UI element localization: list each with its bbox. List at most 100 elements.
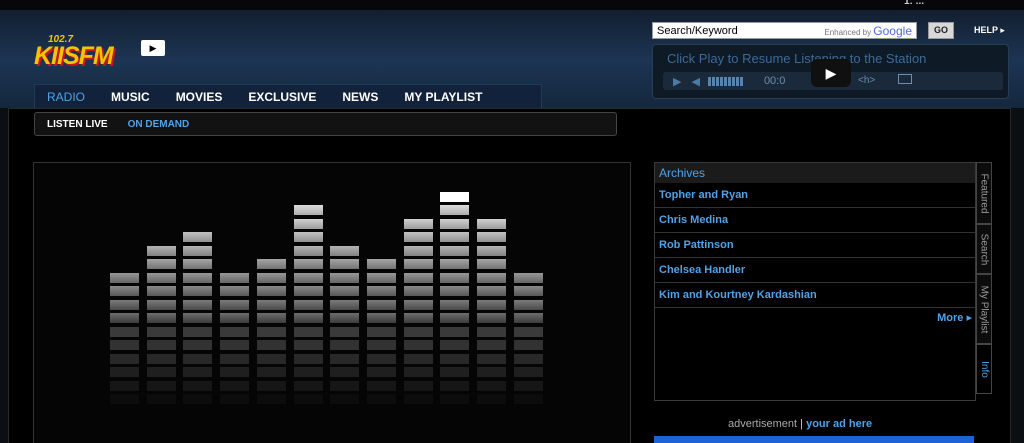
eq-reflection [183,353,213,364]
station-logo[interactable]: 102.7 KIISFM [34,34,144,72]
eq-segment [293,232,323,242]
nav-item-my-playlist[interactable]: MY PLAYLIST [404,90,482,104]
ad-link[interactable]: your ad here [806,418,872,430]
eq-reflection [366,394,396,404]
eq-reflection [366,353,396,364]
google-logo: Google [873,23,912,38]
eq-segment [256,272,286,283]
eq-reflection [513,353,543,364]
archives-panel: Archives Topher and Ryan Chris Medina Ro… [654,162,976,401]
nav-item-music[interactable]: MUSIC [111,90,150,104]
eq-reflection [440,367,470,377]
subnav-listen-live[interactable]: LISTEN LIVE [47,119,108,130]
eq-segment [330,299,360,310]
eq-reflection [330,380,360,391]
eq-segment [146,313,176,323]
eq-reflection [183,340,213,350]
eq-segment [110,313,139,323]
eq-segment [440,191,470,202]
eq-segment [440,218,470,229]
eq-segment [220,272,250,283]
eq-reflection [293,394,323,404]
ad-banner[interactable] [654,436,974,443]
eq-segment [366,313,396,323]
envelope-icon[interactable] [898,74,912,84]
eq-reflection [220,340,250,350]
eq-segment [110,299,139,310]
eq-reflection [220,367,250,377]
ad-separator: | [800,418,804,430]
eq-segment [110,286,139,296]
eq-reflection [513,326,543,337]
eq-reflection [440,353,470,364]
eq-segment [110,272,139,283]
eq-reflection [146,380,176,391]
eq-reflection [440,326,470,337]
eq-segment [183,313,213,323]
eq-segment [220,313,250,323]
archive-item[interactable]: Topher and Ryan [655,183,975,208]
nav-item-exclusive[interactable]: EXCLUSIVE [248,90,316,104]
ad-label: advertisement [728,418,798,430]
eq-segment [146,272,176,283]
eq-reflection [220,353,250,364]
nav-item-news[interactable]: NEWS [342,90,378,104]
more-link[interactable]: More ▸ [937,311,972,324]
eq-reflection [366,340,396,350]
eq-reflection [146,353,176,364]
eq-reflection [183,380,213,391]
eq-reflection [146,340,176,350]
eq-reflection [440,394,470,404]
eq-segment [440,299,470,310]
volume-slider[interactable] [707,76,744,86]
eq-reflection [330,367,360,377]
eq-reflection [110,380,139,391]
eq-reflection [293,353,323,364]
eq-reflection [403,394,433,404]
go-button[interactable]: GO [928,22,954,39]
speaker-icon[interactable]: ◀ [691,75,699,88]
play-icon[interactable]: ▶ [673,75,681,88]
eq-reflection [477,367,506,377]
video-play-button[interactable]: ▶ [811,59,851,87]
eq-segment [403,259,433,269]
eq-segment [220,299,250,310]
video-icon[interactable]: ▶ [141,40,165,56]
eq-segment [513,299,543,310]
help-link[interactable]: HELP ▸ [974,25,1005,36]
eq-reflection [256,340,286,350]
archive-item[interactable]: Chelsea Handler [655,258,975,283]
archive-item[interactable]: Kim and Kourtney Kardashian [655,283,975,308]
tab-my-playlist[interactable]: My Playlist [976,274,992,344]
tab-info[interactable]: Info [976,344,992,394]
eq-reflection [440,380,470,391]
eq-reflection [293,326,323,337]
eq-segment [293,272,323,283]
eq-reflection [110,353,139,364]
eq-reflection [293,340,323,350]
nav-item-radio[interactable]: RADIO [47,90,85,104]
archive-item[interactable]: Rob Pattinson [655,233,975,258]
eq-segment [440,286,470,296]
nav-item-movies[interactable]: MOVIES [176,90,223,104]
eq-segment [440,232,470,242]
eq-segment [403,232,433,242]
enhanced-by-label: Enhanced by Google [824,24,912,38]
tab-search[interactable]: Search [976,224,992,274]
eq-segment [403,245,433,256]
eq-reflection [366,380,396,391]
eq-reflection [110,394,139,404]
eq-reflection [146,394,176,404]
eq-reflection [403,380,433,391]
eq-segment [440,259,470,269]
eq-segment [183,259,213,269]
eq-reflection [366,326,396,337]
subnav-on-demand[interactable]: ON DEMAND [128,119,190,130]
eq-segment [477,313,506,323]
eq-reflection [183,326,213,337]
archive-item[interactable]: Chris Medina [655,208,975,233]
player-message: Click Play to Resume Listening to the St… [667,51,927,66]
search-input[interactable] [657,24,797,37]
eq-segment [183,286,213,296]
tab-featured[interactable]: Featured [976,162,992,224]
